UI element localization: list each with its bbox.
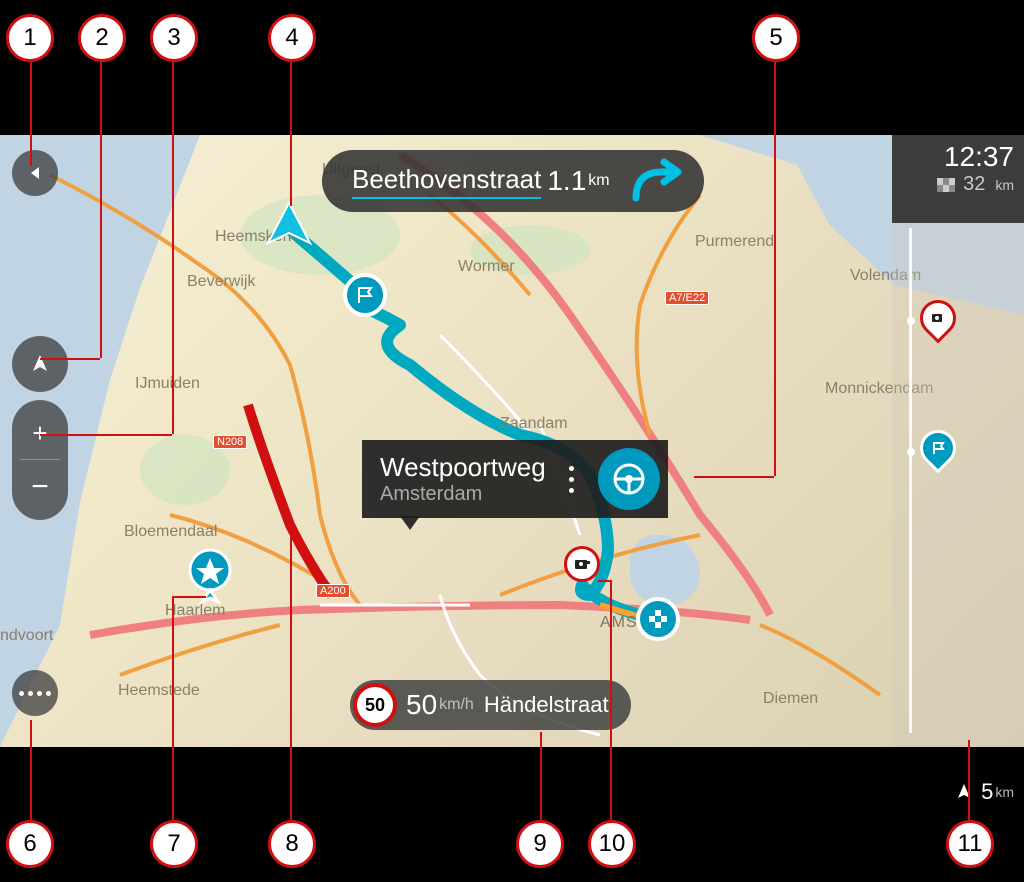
letterbox-top: [0, 0, 1024, 135]
back-icon: [25, 163, 45, 183]
speed-unit: km/h: [439, 696, 474, 714]
speed-camera-marker[interactable]: [564, 546, 600, 582]
popup-menu-button[interactable]: [564, 466, 590, 493]
route-bar-start-marker[interactable]: [920, 430, 964, 466]
callout-9: 9: [516, 820, 564, 868]
divider: [20, 459, 60, 460]
road-number: N208: [213, 435, 247, 449]
letterbox-bottom: [0, 747, 1024, 882]
city-label: Zaandam: [500, 415, 568, 433]
callout-line: [694, 476, 774, 478]
popup-pointer: [400, 516, 420, 530]
checkered-flag-icon: [647, 608, 669, 630]
callout-line: [172, 62, 174, 434]
arrival-panel[interactable]: 12:37 32 km: [892, 135, 1024, 223]
city-label: Diemen: [763, 690, 818, 708]
callout-line: [774, 62, 776, 476]
speed-limit-sign: 50: [353, 683, 397, 727]
scale-unit: km: [995, 784, 1014, 800]
route-start-marker[interactable]: [343, 273, 387, 317]
callout-line: [30, 720, 32, 820]
scale-value: 5: [981, 779, 993, 805]
city-label: Purmerend: [695, 233, 774, 251]
current-street-name: Händelstraat: [484, 692, 609, 718]
selected-location-city: Amsterdam: [380, 483, 546, 506]
callout-line: [540, 732, 542, 820]
callout-line: [610, 582, 612, 820]
flag-icon: [355, 285, 375, 305]
next-street-name: Beethovenstraat: [352, 164, 541, 199]
callout-line: [290, 62, 292, 206]
current-location-icon: [264, 201, 314, 251]
camera-icon: [930, 310, 946, 326]
callout-line: [290, 530, 292, 820]
menu-icon: [19, 691, 51, 696]
route-bar-camera-marker[interactable]: [920, 300, 964, 336]
city-label: Bloemendaal: [124, 523, 217, 541]
speed-panel[interactable]: 50 50 km/h Händelstraat: [350, 680, 631, 730]
city-label: Haarlem: [165, 602, 225, 620]
callout-7: 7: [150, 820, 198, 868]
city-label: ndvoort: [0, 627, 53, 645]
arrival-time: 12:37: [902, 141, 1014, 173]
callout-line: [968, 740, 970, 820]
callout-line: [40, 358, 100, 360]
callout-8: 8: [268, 820, 316, 868]
route-destination-marker[interactable]: [636, 597, 680, 641]
remaining-distance-unit: km: [995, 177, 1014, 193]
back-button[interactable]: [12, 150, 58, 196]
callout-line: [30, 62, 32, 166]
callout-6: 6: [6, 820, 54, 868]
callout-5: 5: [752, 14, 800, 62]
callout-line: [172, 598, 174, 820]
steering-wheel-icon: [612, 462, 646, 496]
next-turn-unit: km: [588, 172, 609, 190]
flag-icon: [930, 440, 946, 456]
route-bar-dot: [907, 317, 915, 325]
callout-10: 10: [588, 820, 636, 868]
main-menu-button[interactable]: [12, 670, 58, 716]
callout-line: [598, 580, 612, 582]
callout-1: 1: [6, 14, 54, 62]
city-label: Heemstede: [118, 682, 200, 700]
route-bar-dot: [907, 448, 915, 456]
current-speed: 50: [406, 689, 437, 721]
switch-view-button[interactable]: [12, 336, 68, 392]
cursor-icon: [955, 783, 973, 801]
camera-icon: [573, 555, 591, 573]
zoom-out-button[interactable]: −: [31, 467, 49, 507]
callout-line: [172, 596, 206, 598]
route-bar-line: [909, 228, 912, 733]
road-number: A7/E22: [665, 291, 709, 305]
drive-here-button[interactable]: [598, 448, 660, 510]
remaining-distance: 32: [963, 173, 985, 196]
city-label: Wormer: [458, 258, 515, 276]
turn-right-icon: [628, 158, 688, 204]
city-label: Beverwijk: [187, 273, 255, 291]
selected-location-name: Westpoortweg: [380, 452, 546, 483]
zoom-control: + −: [12, 400, 68, 520]
compass-icon: [29, 353, 51, 375]
instruction-panel[interactable]: Beethovenstraat 1.1 km: [322, 150, 704, 212]
selected-location-popup: Westpoortweg Amsterdam: [362, 440, 668, 518]
next-turn-distance: 1.1: [547, 165, 586, 197]
checkered-flag-icon: [937, 178, 955, 192]
callout-line: [40, 434, 172, 436]
city-label: IJmuiden: [135, 375, 200, 393]
callout-3: 3: [150, 14, 198, 62]
callout-4: 4: [268, 14, 316, 62]
callout-line: [100, 62, 102, 358]
callout-2: 2: [78, 14, 126, 62]
callout-11: 11: [946, 820, 994, 868]
road-number: A200: [316, 584, 350, 598]
